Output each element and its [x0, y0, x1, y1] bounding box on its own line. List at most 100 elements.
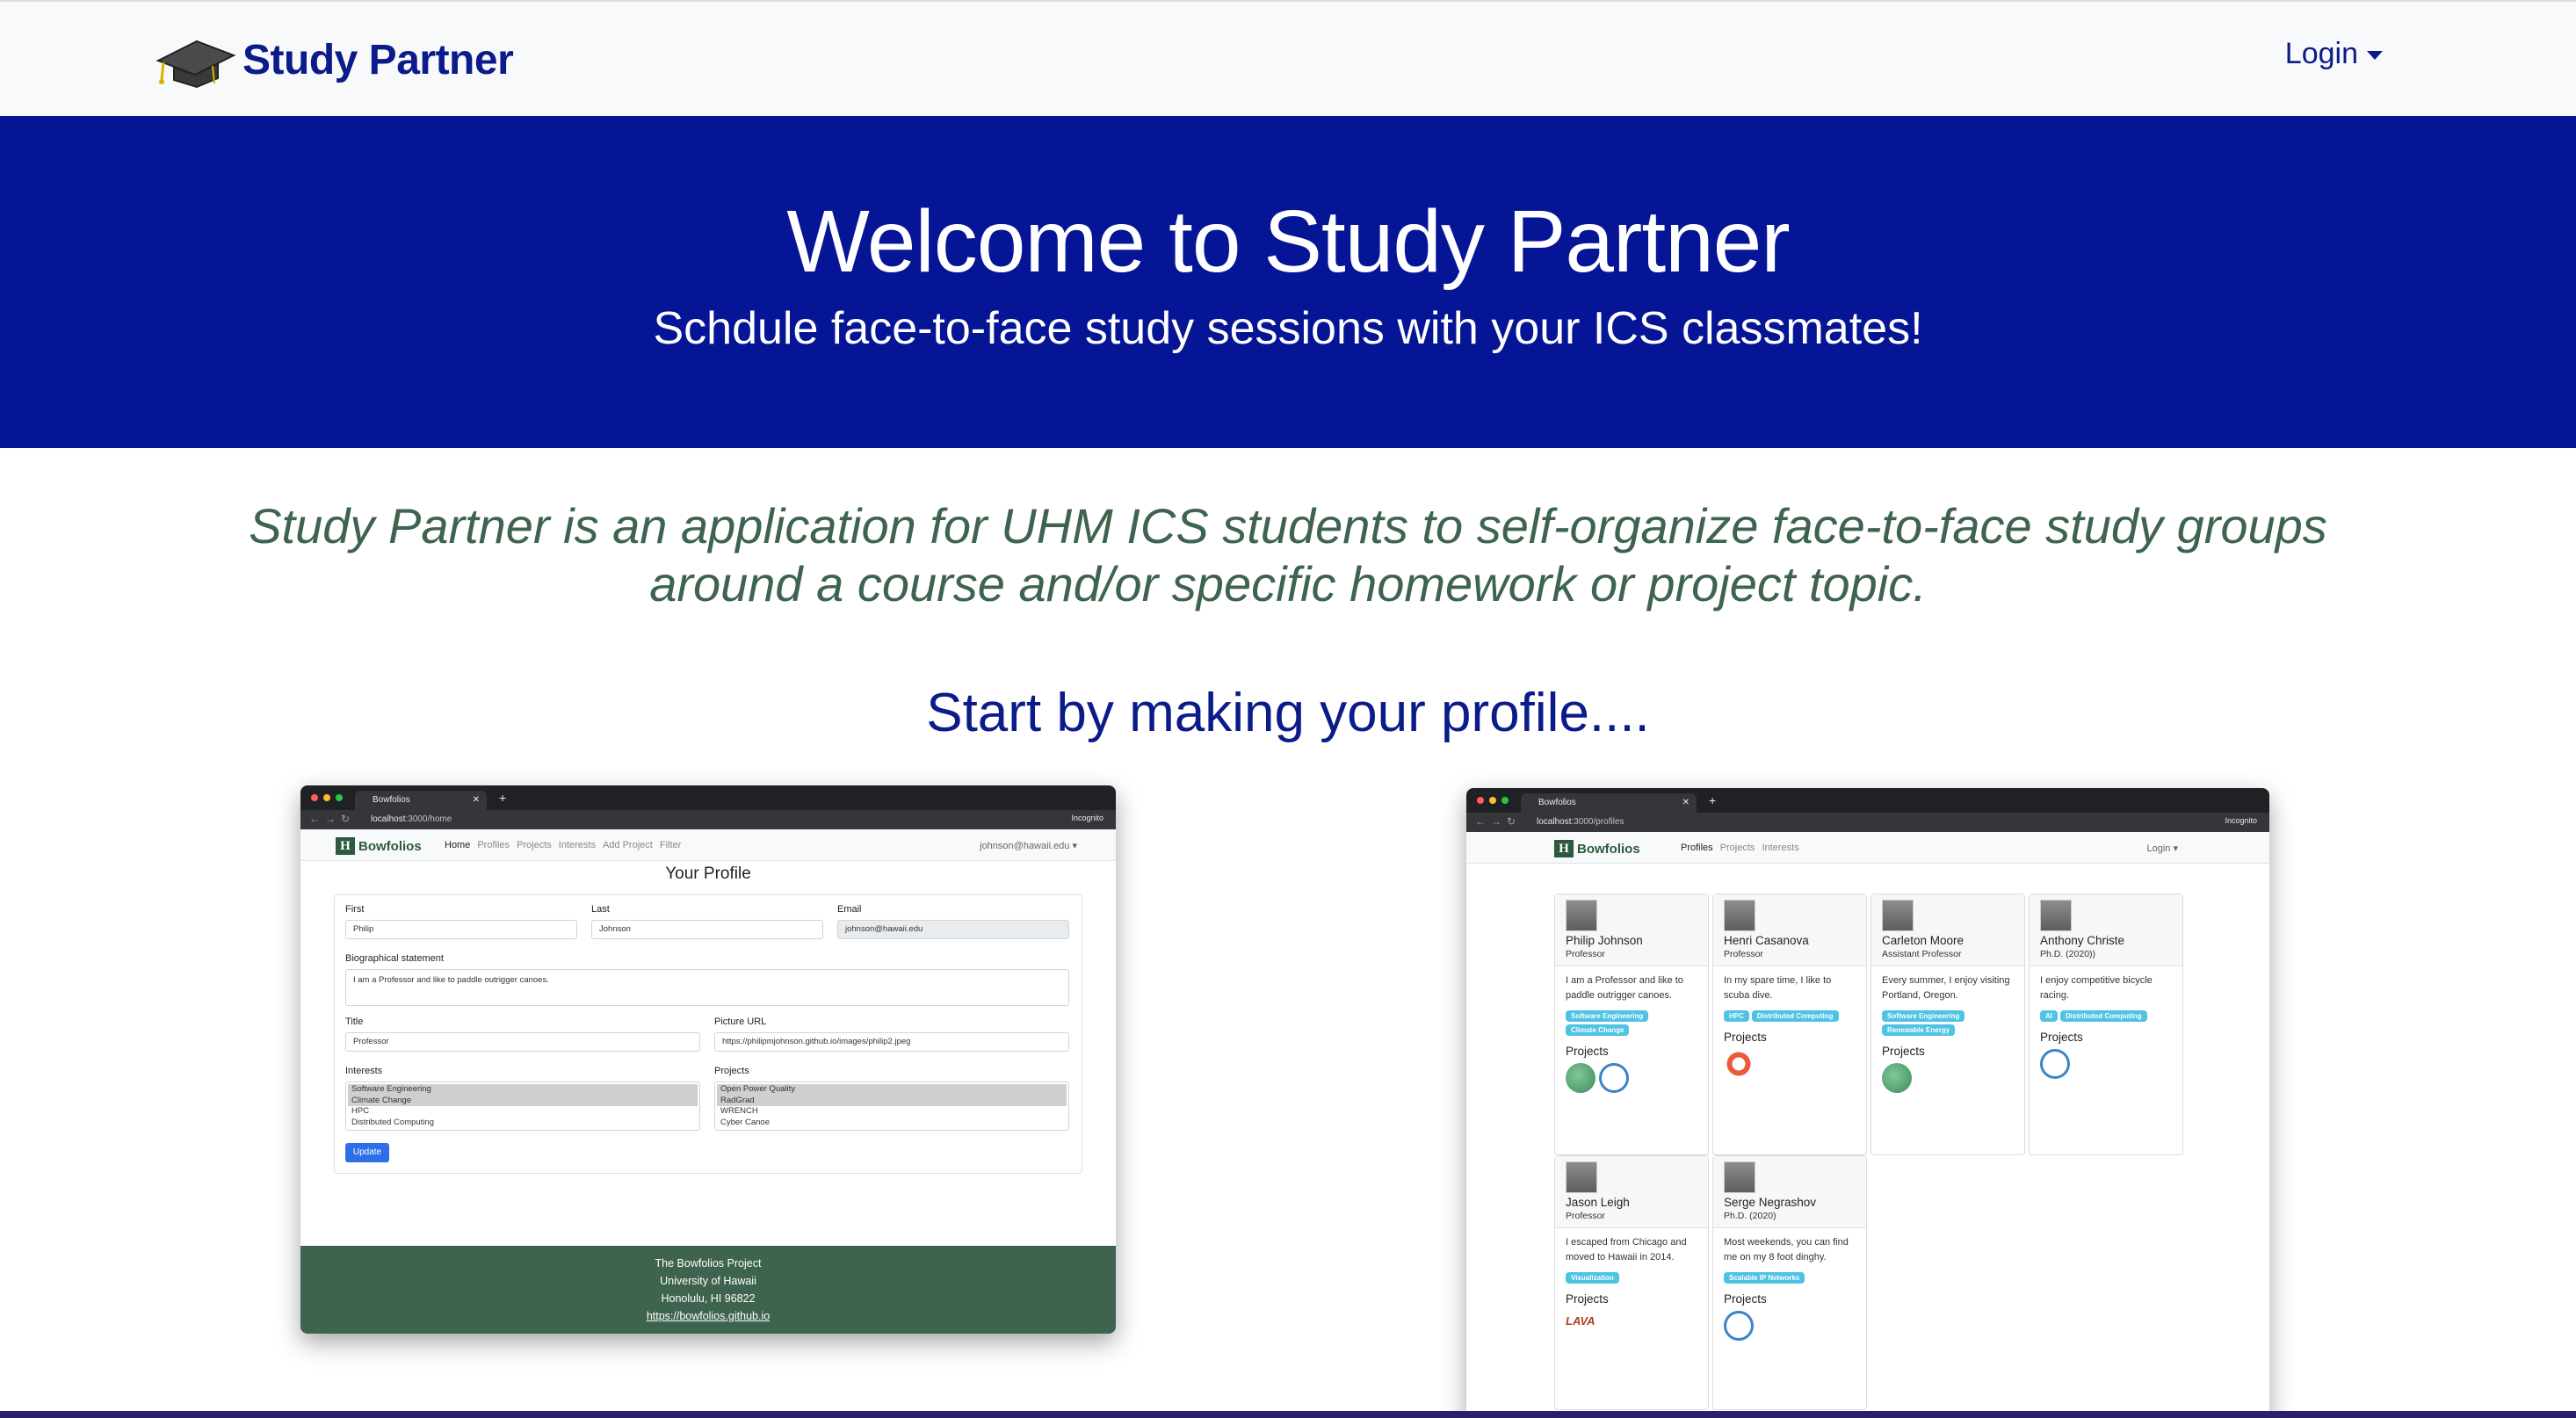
last-label: Last: [591, 904, 610, 915]
projects-heading: Projects: [2040, 1031, 2083, 1044]
projects-heading: Projects: [1566, 1045, 1609, 1058]
interest-tag: Climate Change: [1566, 1024, 1630, 1036]
user-email: johnson@hawaii.edu: [980, 841, 1070, 851]
lava-logo-icon: LAVA: [1566, 1314, 1596, 1328]
minimize-dot-icon: [1489, 797, 1496, 804]
profile-form-screenshot: Bowfolios ✕ + ←→↻ localhost:3000/home In…: [300, 785, 1116, 1334]
project-logo-icon: [1599, 1063, 1629, 1093]
browser-address-bar: ←→↻ localhost:3000/profiles Incognito: [1466, 813, 2269, 832]
profile-bio: Most weekends, you can find me on my 8 f…: [1724, 1237, 1849, 1262]
brand-name: Study Partner: [242, 36, 514, 83]
profile-card: Jason Leigh Professor I escaped from Chi…: [1554, 1155, 1709, 1410]
nav-link: Filter: [659, 840, 682, 850]
app-navbar: H Bowfolios Profiles Projects Interests …: [1466, 832, 2269, 864]
profile-card: Anthony Christe Ph.D. (2020)) I enjoy co…: [2029, 893, 2183, 1155]
browser-tab-bar: Bowfolios ✕ +: [1466, 788, 2269, 813]
project-logo-icon: [1882, 1063, 1912, 1093]
list-item: HPC: [351, 1106, 370, 1116]
bio-label: Biographical statement: [345, 953, 444, 964]
list-item: Distributed Computing: [351, 1117, 434, 1127]
projects-heading: Projects: [1566, 1292, 1609, 1306]
projects-heading: Projects: [1724, 1292, 1767, 1306]
bottom-edge-bar: [0, 1411, 2576, 1418]
nav-link: Interests: [1762, 843, 1799, 853]
profile-name: Carleton Moore: [1882, 934, 1965, 947]
graduation-cap-icon: [156, 40, 236, 89]
avatar: [1566, 900, 1597, 931]
list-item: Software Engineering: [348, 1084, 698, 1096]
caret-down-icon: [2367, 50, 2383, 60]
bio-textarea: I am a Professor and like to paddle outr…: [345, 969, 1069, 1006]
user-menu: johnson@hawaii.edu ▾: [980, 841, 1077, 851]
intro-text: Study Partner is an application for UHM …: [249, 498, 2327, 611]
nav-arrows-icon: ←→↻: [309, 813, 356, 825]
avatar: [1882, 900, 1914, 931]
url-host: localhost: [1537, 817, 1572, 827]
nav-link: Projects: [517, 840, 552, 850]
footer-line: University of Hawaii: [660, 1275, 756, 1287]
interest-tag: Software Engineering: [1882, 1010, 1965, 1022]
nav-arrows-icon: ←→↻: [1475, 815, 1522, 828]
profile-card: Serge Negrashov Ph.D. (2020) Most weeken…: [1712, 1155, 1867, 1410]
first-label: First: [345, 904, 365, 915]
projects-label: Projects: [714, 1066, 749, 1076]
browser-tab-bar: Bowfolios ✕ +: [300, 785, 1116, 810]
profile-bio: In my spare time, I like to scuba dive.: [1724, 975, 1832, 1001]
profile-bio: I escaped from Chicago and moved to Hawa…: [1566, 1237, 1687, 1262]
list-item: WRENCH: [720, 1106, 758, 1116]
projects-select: Open Power Quality RadGrad WRENCH Cyber …: [714, 1082, 1069, 1131]
title-field: Professor: [345, 1032, 700, 1052]
list-item: Cyber Canoe: [720, 1117, 770, 1127]
login-dropdown[interactable]: Login: [2285, 37, 2383, 71]
interest-tag: Scalable IP Networks: [1724, 1272, 1805, 1284]
url-field: localhost:3000/profiles: [1528, 814, 2217, 830]
avatar: [1566, 1161, 1597, 1193]
project-logo-icon: [2040, 1049, 2070, 1079]
projects-heading: Projects: [1724, 1031, 1767, 1044]
picture-label: Picture URL: [714, 1016, 767, 1027]
profile-card: Philip Johnson Professor I am a Professo…: [1554, 893, 1709, 1155]
list-item: RadGrad: [717, 1095, 1067, 1106]
profile-title: Professor: [1724, 949, 1763, 959]
hero-subtitle: Schdule face-to-face study sessions with…: [653, 303, 1923, 354]
app-brand: H Bowfolios: [1554, 840, 1640, 857]
url-field: localhost:3000/home: [362, 812, 1063, 828]
top-navbar: Study Partner Login: [0, 0, 2576, 116]
app-nav-links: Home Profiles Projects Interests Add Pro…: [445, 840, 681, 850]
profile-title: Professor: [1566, 1211, 1605, 1221]
app-footer: The Bowfolios Project University of Hawa…: [300, 1246, 1116, 1334]
profile-title: Ph.D. (2020)): [2040, 949, 2096, 959]
nav-link: Add Project: [602, 840, 653, 850]
profile-name: Henri Casanova: [1724, 934, 1809, 947]
interests-label: Interests: [345, 1066, 383, 1076]
avatar: [1724, 1161, 1755, 1193]
interest-tag: Distributed Computing: [1751, 1010, 1839, 1022]
nav-link: Interests: [558, 840, 596, 850]
interest-tag: Renewable Energy: [1882, 1024, 1956, 1036]
project-logo-icon: [1724, 1311, 1754, 1341]
interest-tag: Visualization: [1566, 1272, 1619, 1284]
title-label: Title: [345, 1016, 364, 1027]
profile-name: Philip Johnson: [1566, 934, 1643, 947]
nav-link: Projects: [1719, 843, 1755, 853]
picture-field: https://philipmjohnson.github.io/images/…: [714, 1032, 1069, 1052]
update-button: Update: [345, 1143, 389, 1162]
close-dot-icon: [1477, 797, 1484, 804]
hero-banner: Welcome to Study Partner Schdule face-to…: [0, 116, 2576, 448]
login-label: Login: [2284, 37, 2358, 70]
url-path: :3000/home: [405, 814, 452, 824]
browser-tab: Bowfolios ✕: [355, 791, 487, 810]
app-brand: H Bowfolios: [336, 837, 422, 855]
app-navbar: H Bowfolios Home Profiles Projects Inter…: [300, 829, 1116, 861]
profile-card: Henri Casanova Professor In my spare tim…: [1712, 893, 1867, 1155]
tab-title: Bowfolios: [1538, 798, 1576, 807]
h-logo-icon: H: [1554, 840, 1574, 857]
plus-icon: +: [499, 791, 507, 805]
interest-tag: Software Engineering: [1566, 1010, 1649, 1022]
footer-link: https://bowfolios.github.io: [646, 1310, 771, 1322]
app-nav-links: Profiles Projects Interests: [1681, 843, 1799, 853]
profile-name: Jason Leigh: [1566, 1196, 1630, 1209]
window-controls: [311, 794, 343, 801]
brand-link[interactable]: Study Partner: [151, 26, 514, 93]
footer-line: The Bowfolios Project: [655, 1257, 762, 1270]
